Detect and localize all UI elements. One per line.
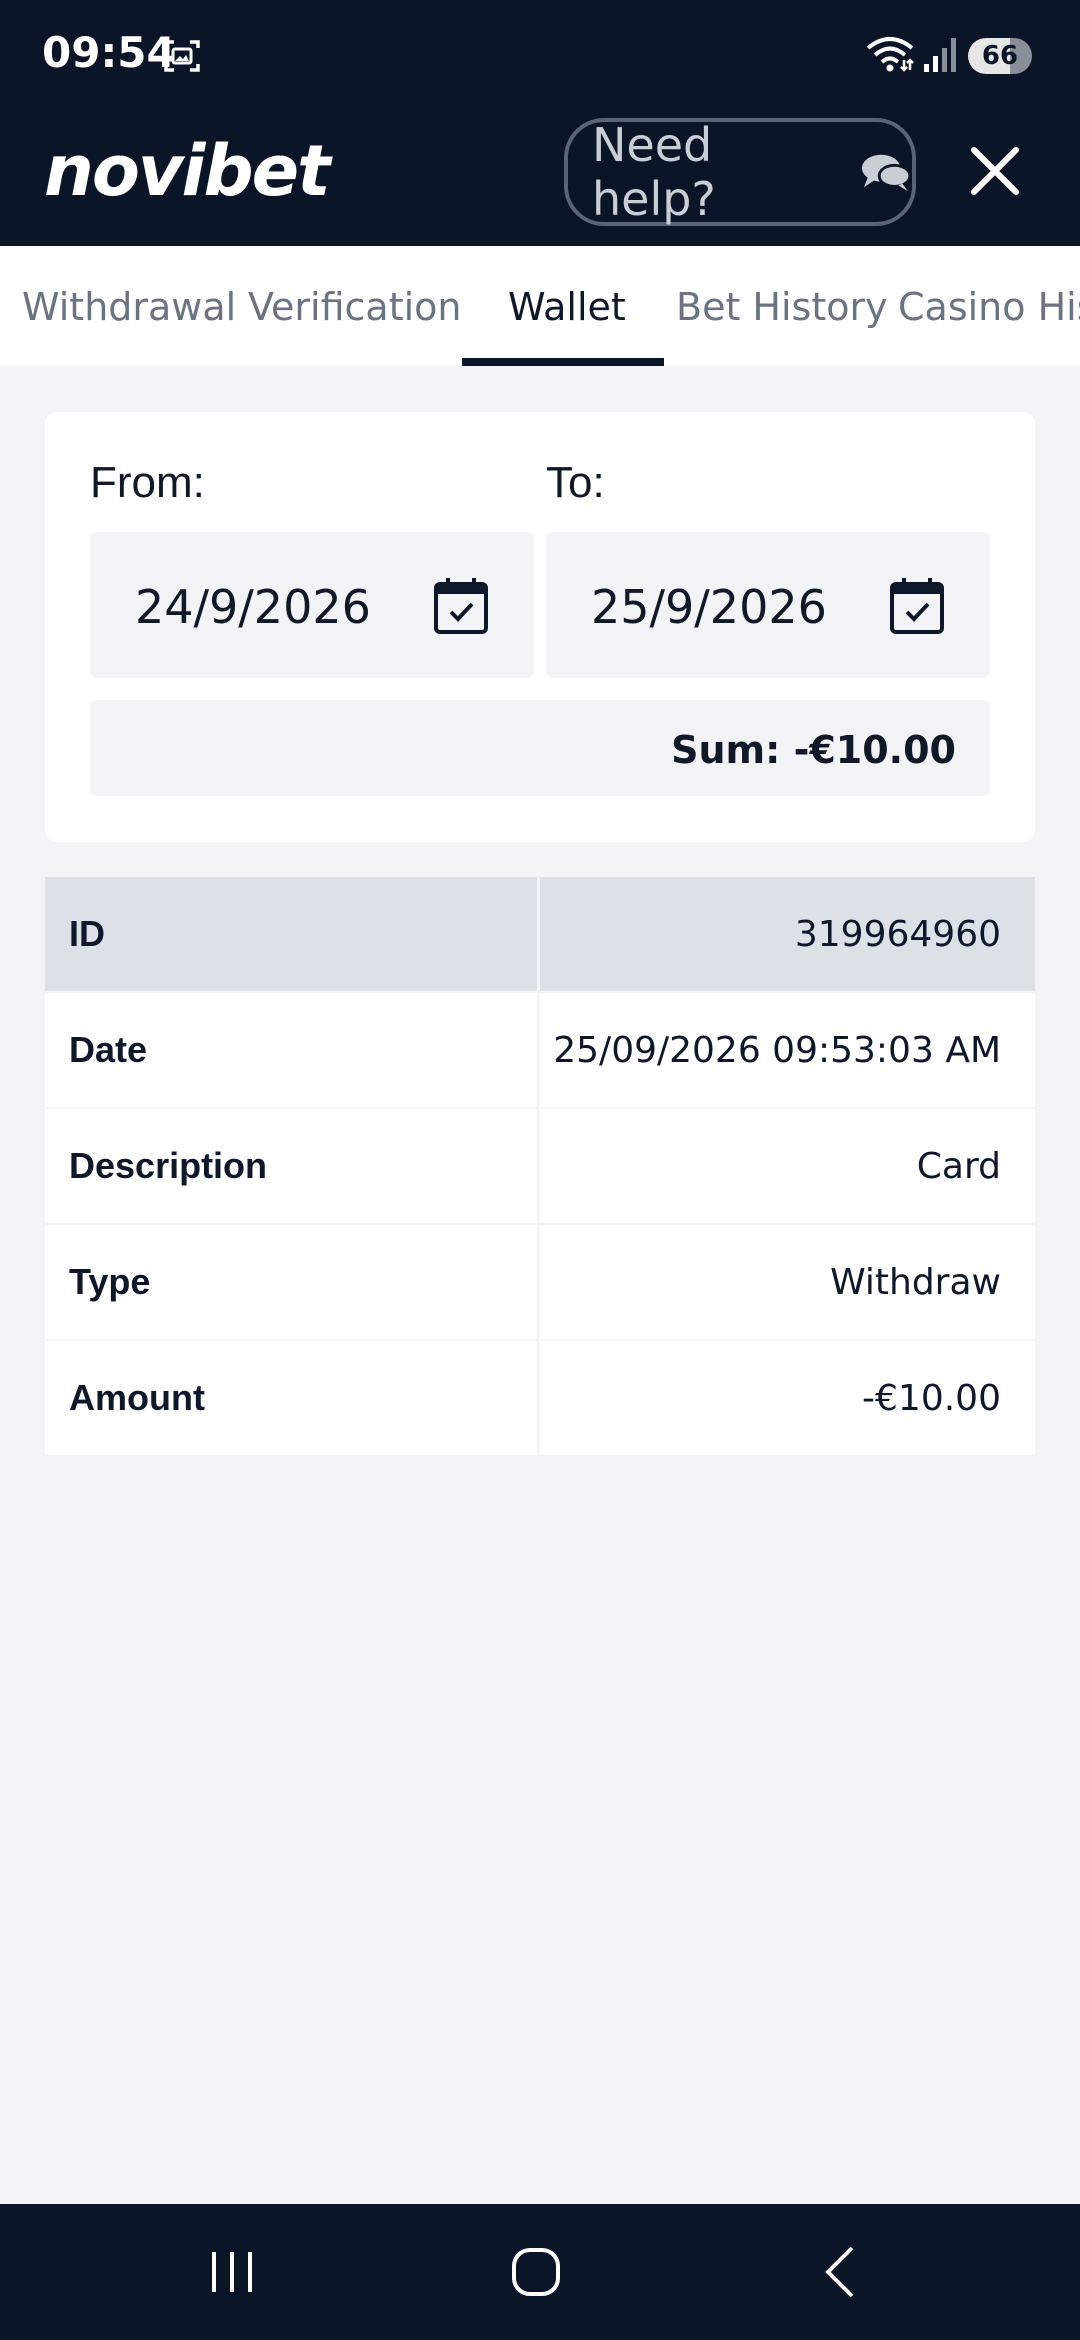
sum-box: Sum: -€10.00: [90, 700, 990, 796]
amount-value: -€10.00: [540, 1341, 1035, 1455]
calendar-icon[interactable]: [888, 576, 946, 636]
system-nav-bar: [0, 2204, 1080, 2340]
tab-casino-history[interactable]: Casino His: [898, 246, 1080, 366]
type-value: Withdraw: [540, 1225, 1035, 1339]
signal-icon: [924, 38, 956, 72]
close-icon[interactable]: [966, 142, 1024, 200]
from-date-value: 24/9/2026: [135, 580, 371, 634]
sum-value: Sum: -€10.00: [671, 728, 956, 772]
table-row: Date 25/09/2026 09:53:03 AM: [45, 993, 1035, 1109]
active-tab-indicator: [462, 358, 664, 366]
date-filter-card: From: To: 24/9/2026 25/9/2026 Sum: -€10.…: [45, 412, 1035, 842]
account-tabs: Withdrawal Verification Wallet Bet Histo…: [0, 246, 1080, 366]
tab-verification[interactable]: Verification: [248, 246, 462, 366]
tab-withdrawal[interactable]: Withdrawal: [22, 246, 236, 366]
date-label: Date: [45, 993, 537, 1107]
date-value: 25/09/2026 09:53:03 AM: [540, 993, 1035, 1107]
wifi-icon: [866, 37, 914, 72]
back-icon[interactable]: [812, 2242, 872, 2302]
chat-icon: [862, 154, 912, 192]
from-label: From:: [90, 458, 205, 507]
table-row: Description Card: [45, 1109, 1035, 1225]
calendar-icon[interactable]: [432, 576, 490, 636]
to-label: To:: [546, 458, 605, 507]
id-label: ID: [45, 877, 537, 991]
to-date-value: 25/9/2026: [591, 580, 827, 634]
tab-bet-history[interactable]: Bet History: [676, 246, 888, 366]
tab-wallet[interactable]: Wallet: [508, 246, 626, 366]
table-row: Type Withdraw: [45, 1225, 1035, 1341]
from-date-field[interactable]: 24/9/2026: [90, 532, 534, 678]
brand-logo: novibet: [44, 130, 331, 212]
need-help-label: Need help?: [592, 118, 716, 226]
id-value: 319964960: [540, 877, 1035, 991]
status-bar: 09:54 66: [0, 0, 1080, 112]
home-icon[interactable]: [506, 2242, 566, 2302]
app-header: novibet Need help?: [0, 112, 1080, 246]
description-label: Description: [45, 1109, 537, 1223]
status-time: 09:54: [42, 28, 176, 77]
description-value: Card: [540, 1109, 1035, 1223]
amount-label: Amount: [45, 1341, 537, 1455]
need-help-button[interactable]: Need help?: [564, 118, 916, 226]
table-row: Amount -€10.00: [45, 1341, 1035, 1457]
type-label: Type: [45, 1225, 537, 1339]
transaction-details: ID 319964960 Date 25/09/2026 09:53:03 AM…: [45, 877, 1035, 1457]
battery-indicator: 66: [968, 38, 1032, 74]
recents-icon[interactable]: [202, 2242, 262, 2302]
table-row: ID 319964960: [45, 877, 1035, 993]
to-date-field[interactable]: 25/9/2026: [546, 532, 990, 678]
screenshot-icon: [164, 40, 200, 72]
